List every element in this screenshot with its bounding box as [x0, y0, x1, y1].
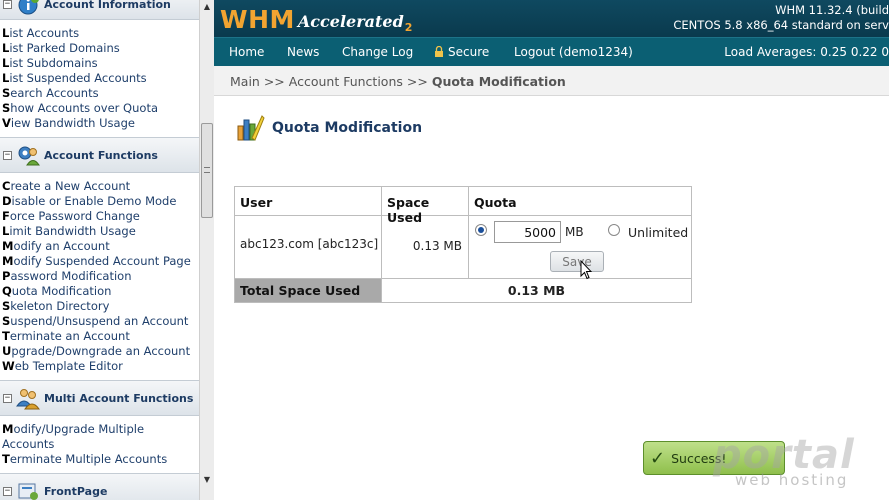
- section-header-account-functions[interactable]: − Account Functions: [0, 137, 199, 173]
- section-title: FrontPage: [44, 484, 108, 498]
- table-row: abc123.com [abc123c] 0.13 MB MB Unlimite…: [235, 216, 691, 279]
- breadcrumb: Main >> Account Functions >> Quota Modif…: [214, 66, 889, 96]
- collapse-toggle-icon[interactable]: −: [3, 486, 12, 496]
- table-header-row: User Space Used Quota: [235, 187, 691, 225]
- checkmark-icon: ✓: [650, 447, 666, 469]
- total-space-used-label: Total Space Used: [235, 279, 382, 302]
- breadcrumb-account-functions[interactable]: Account Functions: [289, 74, 403, 89]
- save-button[interactable]: Save: [550, 251, 604, 272]
- sidebar-item-list-accounts[interactable]: List Accounts: [2, 26, 199, 41]
- info-icon: [18, 0, 39, 14]
- sidebar-item-show-accounts-over-quota[interactable]: Show Accounts over Quota: [2, 101, 199, 116]
- sidebar-item-password-modification[interactable]: Password Modification: [2, 269, 199, 284]
- scroll-down-icon[interactable]: ▼: [200, 473, 214, 487]
- nav-bar: Home News Change Log Secure Logout (demo…: [214, 37, 889, 66]
- sidebar-item-terminate-multiple[interactable]: Terminate Multiple Accounts: [2, 452, 199, 467]
- scrollbar-thumb[interactable]: [201, 123, 213, 218]
- section-list: Modify/Upgrade Multiple Accounts Termina…: [0, 416, 199, 473]
- sidebar-item-suspend-unsuspend[interactable]: Suspend/Unsuspend an Account: [2, 314, 199, 329]
- sidebar-item-list-parked-domains[interactable]: List Parked Domains: [2, 41, 199, 56]
- section-list: List Accounts List Parked Domains List S…: [0, 20, 199, 137]
- users-icon: [16, 389, 40, 410]
- sidebar-item-modify-suspended-page[interactable]: Modify Suspended Account Page: [2, 254, 199, 269]
- sidebar-item-view-bandwidth-usage[interactable]: View Bandwidth Usage: [2, 116, 199, 131]
- nav-news[interactable]: News: [287, 45, 319, 59]
- sidebar-item-modify-upgrade-multiple[interactable]: Modify/Upgrade Multiple: [2, 422, 199, 437]
- quota-input[interactable]: [494, 221, 561, 243]
- section-header-multi-account-functions[interactable]: − Multi Account Functions: [0, 380, 199, 416]
- column-header-quota: Quota: [474, 195, 517, 210]
- sidebar-item-list-subdomains[interactable]: List Subdomains: [2, 56, 199, 71]
- page-heading: Quota Modification: [234, 112, 422, 144]
- breadcrumb-separator: >>: [263, 74, 285, 89]
- sidebar-item-quota-modification[interactable]: Quota Modification: [2, 284, 199, 299]
- cell-user: abc123.com [abc123c]: [235, 216, 382, 278]
- success-badge: ✓ Success!: [643, 441, 785, 475]
- sidebar-item-search-accounts[interactable]: Search Accounts: [2, 86, 199, 101]
- sidebar-item-list-suspended-accounts[interactable]: List Suspended Accounts: [2, 71, 199, 86]
- breadcrumb-separator: >>: [406, 74, 428, 89]
- section-list: Create a New Account Disable or Enable D…: [0, 173, 199, 380]
- section-header-frontpage[interactable]: − FrontPage: [0, 473, 199, 500]
- nav-secure[interactable]: Secure: [434, 45, 489, 59]
- section-title: Account Functions: [44, 148, 158, 162]
- table-footer-row: Total Space Used 0.13 MB: [235, 279, 691, 302]
- collapse-toggle-icon[interactable]: −: [3, 150, 12, 160]
- nav-logout[interactable]: Logout (demo1234): [514, 45, 633, 59]
- frontpage-icon: [18, 483, 38, 500]
- sidebar-item-web-template-editor[interactable]: Web Template Editor: [2, 359, 199, 374]
- sidebar: − Account Information List Accounts List…: [0, 0, 199, 500]
- load-averages: Load Averages: 0.25 0.22 0: [724, 45, 889, 59]
- page-title: Quota Modification: [272, 120, 423, 136]
- mouse-cursor-icon: [580, 260, 592, 280]
- sidebar-item-skeleton-directory[interactable]: Skeleton Directory: [2, 299, 199, 314]
- breadcrumb-current: Quota Modification: [431, 74, 566, 89]
- server-version-info: WHM 11.32.4 (build CENTOS 5.8 x86_64 sta…: [673, 3, 889, 32]
- collapse-toggle-icon[interactable]: −: [3, 0, 12, 9]
- section-title: Multi Account Functions: [44, 391, 194, 405]
- column-header-user: User: [235, 187, 382, 215]
- sidebar-item-terminate-account[interactable]: Terminate an Account: [2, 329, 199, 344]
- sidebar-item-create-account[interactable]: Create a New Account: [2, 179, 199, 194]
- sidebar-item-modify-account[interactable]: Modify an Account: [2, 239, 199, 254]
- sidebar-scrollbar[interactable]: ▲ ▼: [199, 0, 214, 500]
- total-space-used-value: 0.13 MB: [507, 283, 566, 298]
- unlimited-label: Unlimited: [628, 225, 689, 240]
- sidebar-item-limit-bandwidth[interactable]: Limit Bandwidth Usage: [2, 224, 199, 239]
- section-multi-account-functions: − Multi Account Functions Modify/Upgrade…: [0, 380, 199, 473]
- quota-table: User Space Used Quota abc123.com [abc123…: [234, 186, 692, 303]
- gear-user-icon: [18, 146, 40, 166]
- breadcrumb-main[interactable]: Main: [230, 74, 260, 89]
- lock-icon: [435, 46, 443, 57]
- section-account-functions: − Account Functions Create a New Account…: [0, 137, 199, 380]
- nav-change-log[interactable]: Change Log: [342, 45, 413, 59]
- collapse-toggle-icon[interactable]: −: [3, 393, 12, 403]
- sidebar-item-force-password-change[interactable]: Force Password Change: [2, 209, 199, 224]
- section-title: Account Information: [44, 0, 171, 11]
- whm-logo[interactable]: WHM Accelerated 2: [220, 3, 412, 35]
- unlimited-radio[interactable]: [608, 224, 620, 236]
- nav-home[interactable]: Home: [229, 45, 264, 59]
- section-account-information: − Account Information List Accounts List…: [0, 0, 199, 137]
- column-header-space-used: Space Used: [382, 187, 469, 225]
- grip-icon: [204, 167, 210, 173]
- sidebar-item-demo-mode[interactable]: Disable or Enable Demo Mode: [2, 194, 199, 209]
- section-header-account-information[interactable]: − Account Information: [0, 0, 199, 20]
- quota-unit-label: MB: [565, 225, 584, 239]
- scroll-up-icon[interactable]: ▲: [200, 0, 214, 14]
- sidebar-item-modify-upgrade-multiple-cont[interactable]: Accounts: [2, 437, 199, 452]
- quota-limit-radio[interactable]: [475, 224, 487, 236]
- section-frontpage: − FrontPage: [0, 473, 199, 500]
- cell-space-used: 0.13 MB: [382, 216, 469, 278]
- success-text: Success!: [671, 450, 727, 466]
- sidebar-item-upgrade-downgrade[interactable]: Upgrade/Downgrade an Account: [2, 344, 199, 359]
- quota-chart-icon: [237, 115, 265, 141]
- top-header: WHM Accelerated 2 WHM 11.32.4 (build CEN…: [214, 0, 889, 37]
